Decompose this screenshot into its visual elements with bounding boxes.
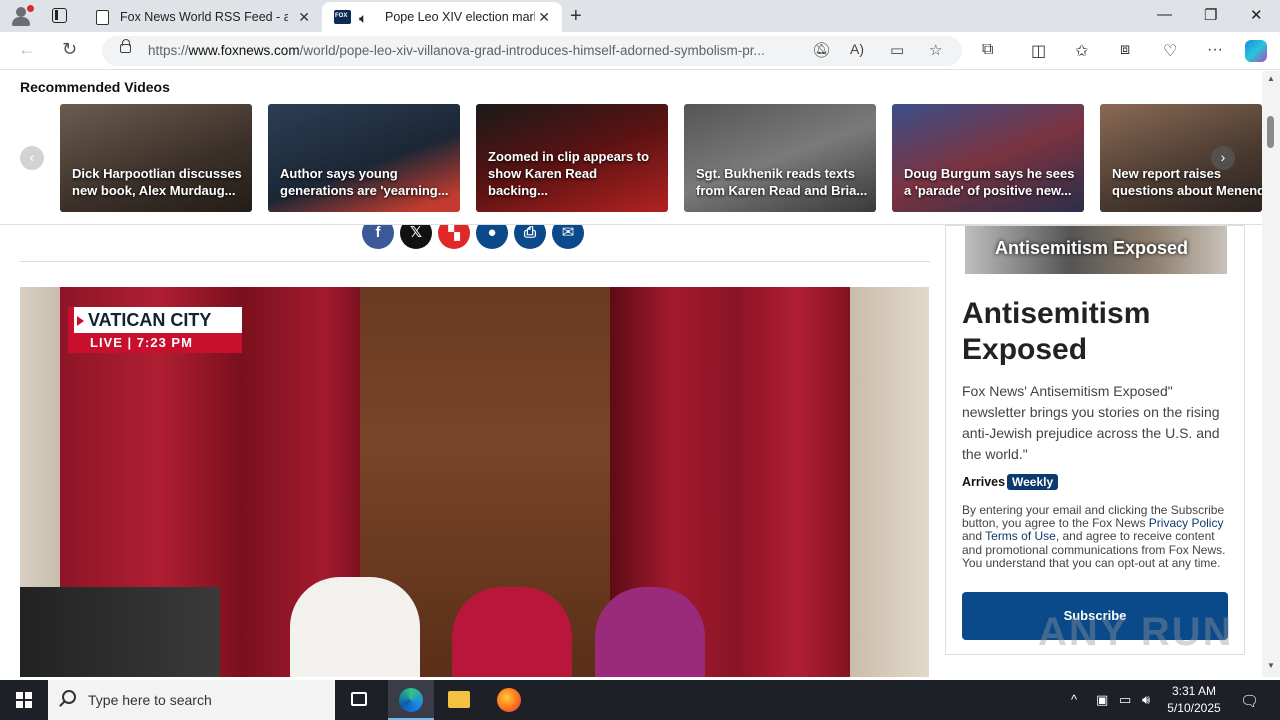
carousel-prev-icon[interactable]: ‹ bbox=[20, 146, 44, 170]
divider bbox=[20, 261, 930, 262]
video-caption[interactable]: Sgt. Bukhenik reads texts from Karen Rea… bbox=[696, 166, 868, 200]
read-aloud-icon[interactable]: A) bbox=[850, 41, 864, 57]
taskbar-search[interactable]: Type here to search bbox=[48, 680, 335, 720]
scroll-up-icon[interactable]: ▲ bbox=[1267, 74, 1275, 83]
url-text[interactable]: https://www.foxnews.com/world/pope-leo-x… bbox=[148, 43, 798, 58]
search-icon bbox=[62, 690, 76, 704]
browser-essentials-icon[interactable]: ♡ bbox=[1163, 41, 1177, 61]
new-tab-icon[interactable]: + bbox=[570, 5, 582, 28]
split-screen-icon[interactable]: ◫ bbox=[1031, 41, 1046, 61]
recommended-videos: Recommended Videos ‹ › Dick Harpootlian … bbox=[0, 71, 1262, 225]
video-caption[interactable]: Zoomed in clip appears to show Karen Rea… bbox=[488, 149, 660, 200]
newsletter-banner: Antisemitism Exposed bbox=[965, 226, 1227, 274]
page-viewport: Recommended Videos ‹ › Dick Harpootlian … bbox=[0, 71, 1262, 677]
fox-news-favicon bbox=[334, 10, 351, 24]
newsletter-title: Antisemitism Exposed bbox=[962, 297, 1151, 366]
collections-icon[interactable]: ⧈ bbox=[1120, 41, 1130, 59]
video-card[interactable]: Zoomed in clip appears to show Karen Rea… bbox=[476, 104, 668, 212]
privacy-policy-link[interactable]: Privacy Policy bbox=[1149, 516, 1224, 530]
carousel-next-icon[interactable]: › bbox=[1211, 146, 1235, 170]
notifications-blocked-icon[interactable]: 🔕︎ bbox=[812, 41, 831, 59]
live-time-label: LIVE | 7:23 PM bbox=[68, 333, 242, 353]
frequency-badge: Weekly bbox=[1007, 474, 1059, 490]
profile-icon[interactable] bbox=[8, 4, 34, 28]
tab-bar: Fox News World RSS Feed - albert ✕ 🔈︎ Po… bbox=[0, 0, 1280, 32]
video-caption[interactable]: New report raises questions about Menend bbox=[1112, 166, 1262, 200]
firefox-taskbar-icon[interactable] bbox=[486, 680, 532, 720]
task-view-icon[interactable] bbox=[337, 680, 383, 720]
video-card[interactable]: Sgt. Bukhenik reads texts from Karen Rea… bbox=[684, 104, 876, 212]
taskbar: Type here to search ^ ▣ ▭ 🔊︎ 3:31 AM 5/1… bbox=[0, 680, 1280, 720]
extensions-icon[interactable]: ⧉ bbox=[982, 41, 993, 59]
close-tab-icon[interactable]: ✕ bbox=[298, 9, 310, 26]
favorites-icon[interactable]: ✩ bbox=[1075, 41, 1088, 61]
minimize-icon[interactable]: — bbox=[1157, 6, 1172, 23]
back-icon[interactable]: ← bbox=[18, 39, 36, 60]
close-window-icon[interactable]: ✕ bbox=[1250, 6, 1263, 24]
system-clock[interactable]: 3:31 AM 5/10/2025 bbox=[1160, 683, 1228, 717]
notifications-icon[interactable]: 🗨︎ bbox=[1240, 692, 1259, 710]
newsletter-description: Fox News' Antisemitism Exposed" newslett… bbox=[962, 383, 1220, 462]
refresh-icon[interactable]: ↻ bbox=[62, 39, 77, 60]
location-badge: VATICAN CITY LIVE | 7:23 PM bbox=[68, 307, 242, 353]
page-icon bbox=[96, 10, 109, 25]
scroll-down-icon[interactable]: ▼ bbox=[1267, 661, 1275, 670]
search-placeholder: Type here to search bbox=[88, 692, 212, 708]
immersive-reader-icon[interactable]: ▭ bbox=[890, 41, 904, 59]
tab-title: Fox News World RSS Feed - albert bbox=[120, 10, 288, 24]
address-bar[interactable]: https://www.foxnews.com/world/pope-leo-x… bbox=[102, 36, 962, 66]
tab-actions-icon[interactable] bbox=[52, 8, 67, 23]
banner-text: Antisemitism Exposed bbox=[995, 238, 1189, 258]
video-player[interactable]: VATICAN CITY LIVE | 7:23 PM bbox=[20, 287, 929, 677]
volume-icon[interactable]: 🔊︎ bbox=[1142, 692, 1150, 708]
address-toolbar: ← ↻ https://www.foxnews.com/world/pope-l… bbox=[0, 32, 1280, 70]
recommended-title: Recommended Videos bbox=[20, 79, 170, 95]
video-card[interactable]: New report raises questions about Menend bbox=[1100, 104, 1262, 212]
tab-rss-feed[interactable]: Fox News World RSS Feed - albert ✕ bbox=[84, 2, 322, 32]
copilot-icon[interactable] bbox=[1245, 40, 1267, 62]
newsletter-sidebar: Antisemitism Exposed Antisemitism Expose… bbox=[945, 225, 1245, 655]
more-menu-icon[interactable]: ··· bbox=[1207, 41, 1223, 59]
arrives-label: Arrives bbox=[962, 475, 1006, 489]
tab-pope-article[interactable]: 🔈︎ Pope Leo XIV election mark ✕ bbox=[322, 2, 562, 32]
video-caption[interactable]: Dick Harpootlian discusses new book, Ale… bbox=[72, 166, 244, 200]
edge-taskbar-icon[interactable] bbox=[388, 680, 434, 720]
video-card[interactable]: Doug Burgum says he sees a 'parade' of p… bbox=[892, 104, 1084, 212]
show-hidden-icons[interactable]: ^ bbox=[1071, 692, 1077, 707]
meet-now-icon[interactable]: ▣ bbox=[1096, 692, 1108, 708]
favorite-star-icon[interactable]: ☆ bbox=[929, 41, 942, 59]
location-label: VATICAN CITY bbox=[68, 307, 242, 333]
file-explorer-icon[interactable] bbox=[436, 680, 482, 720]
lock-icon[interactable] bbox=[120, 39, 131, 53]
scroll-thumb[interactable] bbox=[1267, 116, 1274, 148]
close-tab-icon[interactable]: ✕ bbox=[538, 9, 550, 26]
windows-start-icon[interactable] bbox=[16, 692, 32, 708]
speaker-icon[interactable]: 🔈︎ bbox=[359, 10, 367, 27]
tab-title: Pope Leo XIV election mark bbox=[385, 10, 535, 24]
video-card[interactable]: Dick Harpootlian discusses new book, Ale… bbox=[60, 104, 252, 212]
network-icon[interactable]: ▭ bbox=[1119, 692, 1131, 708]
video-card[interactable]: Author says young generations are 'yearn… bbox=[268, 104, 460, 212]
restore-icon[interactable]: ❐ bbox=[1204, 6, 1217, 24]
video-caption[interactable]: Author says young generations are 'yearn… bbox=[280, 166, 452, 200]
watermark: ANY RUN bbox=[1038, 610, 1234, 654]
video-caption[interactable]: Doug Burgum says he sees a 'parade' of p… bbox=[904, 166, 1076, 200]
page-scrollbar[interactable]: ▲ ▼ bbox=[1262, 71, 1280, 677]
legal-text: By entering your email and clicking the … bbox=[962, 503, 1226, 570]
terms-of-use-link[interactable]: Terms of Use bbox=[985, 529, 1056, 543]
